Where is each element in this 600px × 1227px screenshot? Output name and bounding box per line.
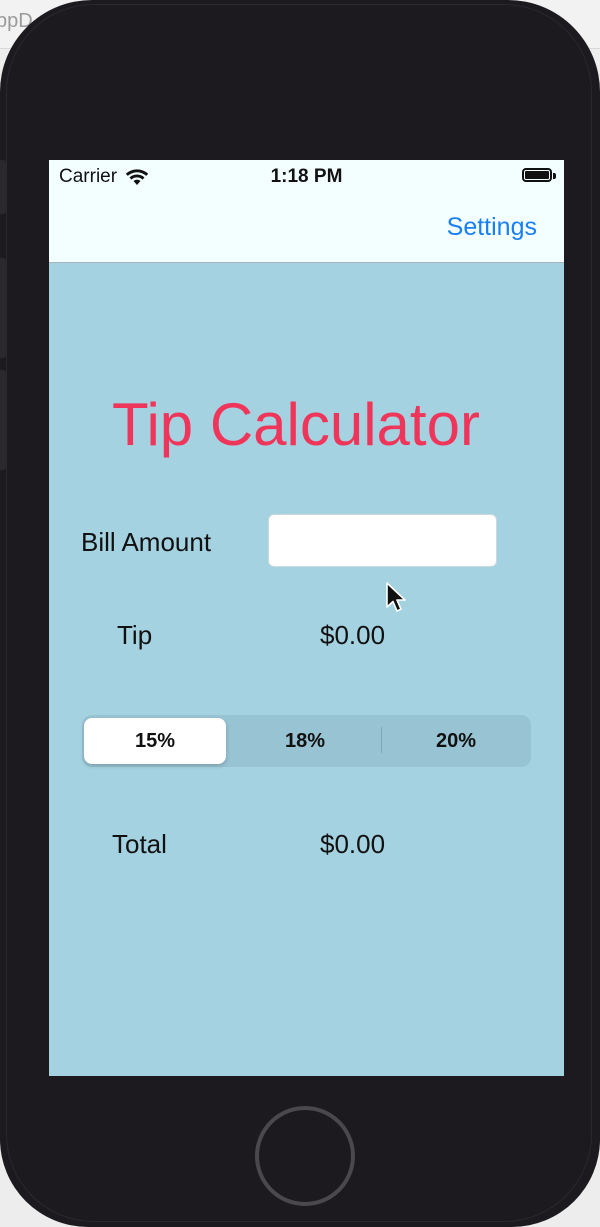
bill-amount-label: Bill Amount: [81, 527, 212, 557]
status-time: 1:18 PM: [270, 166, 343, 187]
volume-up-button: [0, 258, 6, 358]
volume-down-button: [0, 370, 6, 470]
segment-divider: [381, 727, 382, 753]
navigation-bar: Carrier 1:18 PM Settings: [49, 160, 564, 263]
segment-18-percent[interactable]: 18%: [234, 718, 376, 764]
tip-label: Tip: [117, 620, 153, 650]
mute-switch: [0, 160, 6, 214]
settings-button[interactable]: Settings: [447, 213, 537, 242]
phone-frame: Carrier 1:18 PM Settings Tip Calculator …: [0, 0, 600, 1227]
segment-15-percent[interactable]: 15%: [84, 718, 226, 764]
tip-value: $0.00: [320, 620, 386, 650]
battery-nub: [553, 173, 556, 179]
page-title: Tip Calculator: [112, 391, 480, 458]
home-button[interactable]: [255, 1106, 355, 1206]
battery-icon: [522, 168, 552, 182]
bill-amount-input[interactable]: [268, 514, 497, 567]
total-label: Total: [112, 829, 167, 859]
mouse-pointer-icon: [386, 582, 406, 612]
app-screen: Carrier 1:18 PM Settings Tip Calculator …: [49, 160, 564, 1076]
total-value: $0.00: [320, 829, 386, 859]
battery-level: [525, 171, 549, 179]
tip-percentage-selector: 15% 18% 20%: [82, 715, 531, 767]
segment-20-percent[interactable]: 20%: [385, 718, 527, 764]
